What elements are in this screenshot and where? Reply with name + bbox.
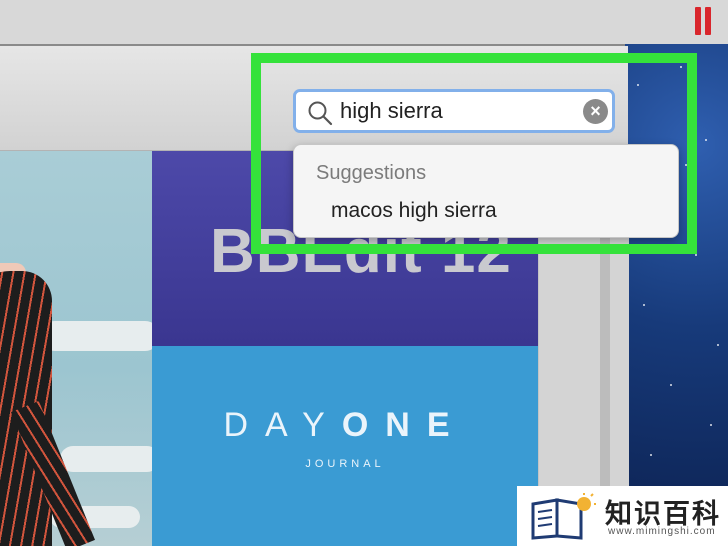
dayone-card[interactable]: DAYONE JOURNAL [152,346,538,546]
featured-art-panel[interactable] [0,151,152,546]
top-bar [0,0,728,46]
dayone-logo: DAYONE [152,406,538,445]
step-marker-left [695,7,701,35]
cloud-shape [40,321,152,351]
watermark: 知识百科 www.mimingshi.com [517,486,728,546]
dayone-subtitle: JOURNAL [305,458,385,470]
dayone-logo-day: DAY [223,406,342,444]
watermark-url: www.mimingshi.com [608,526,716,537]
suggestion-item[interactable]: macos high sierra [331,199,497,223]
suggestions-header: Suggestions [316,162,427,184]
dayone-logo-one: ONE [341,406,467,444]
search-input[interactable] [340,97,570,125]
magnifying-glass-icon [308,101,333,126]
clear-x-icon[interactable]: × [583,99,608,124]
suggestions-dropdown: Suggestions macos high sierra [293,144,679,238]
desktop-wallpaper [625,44,728,546]
step-marker-right [705,7,711,35]
book-lightbulb-icon [531,493,596,540]
cloud-shape [60,446,152,472]
search-field[interactable]: × [293,89,615,133]
